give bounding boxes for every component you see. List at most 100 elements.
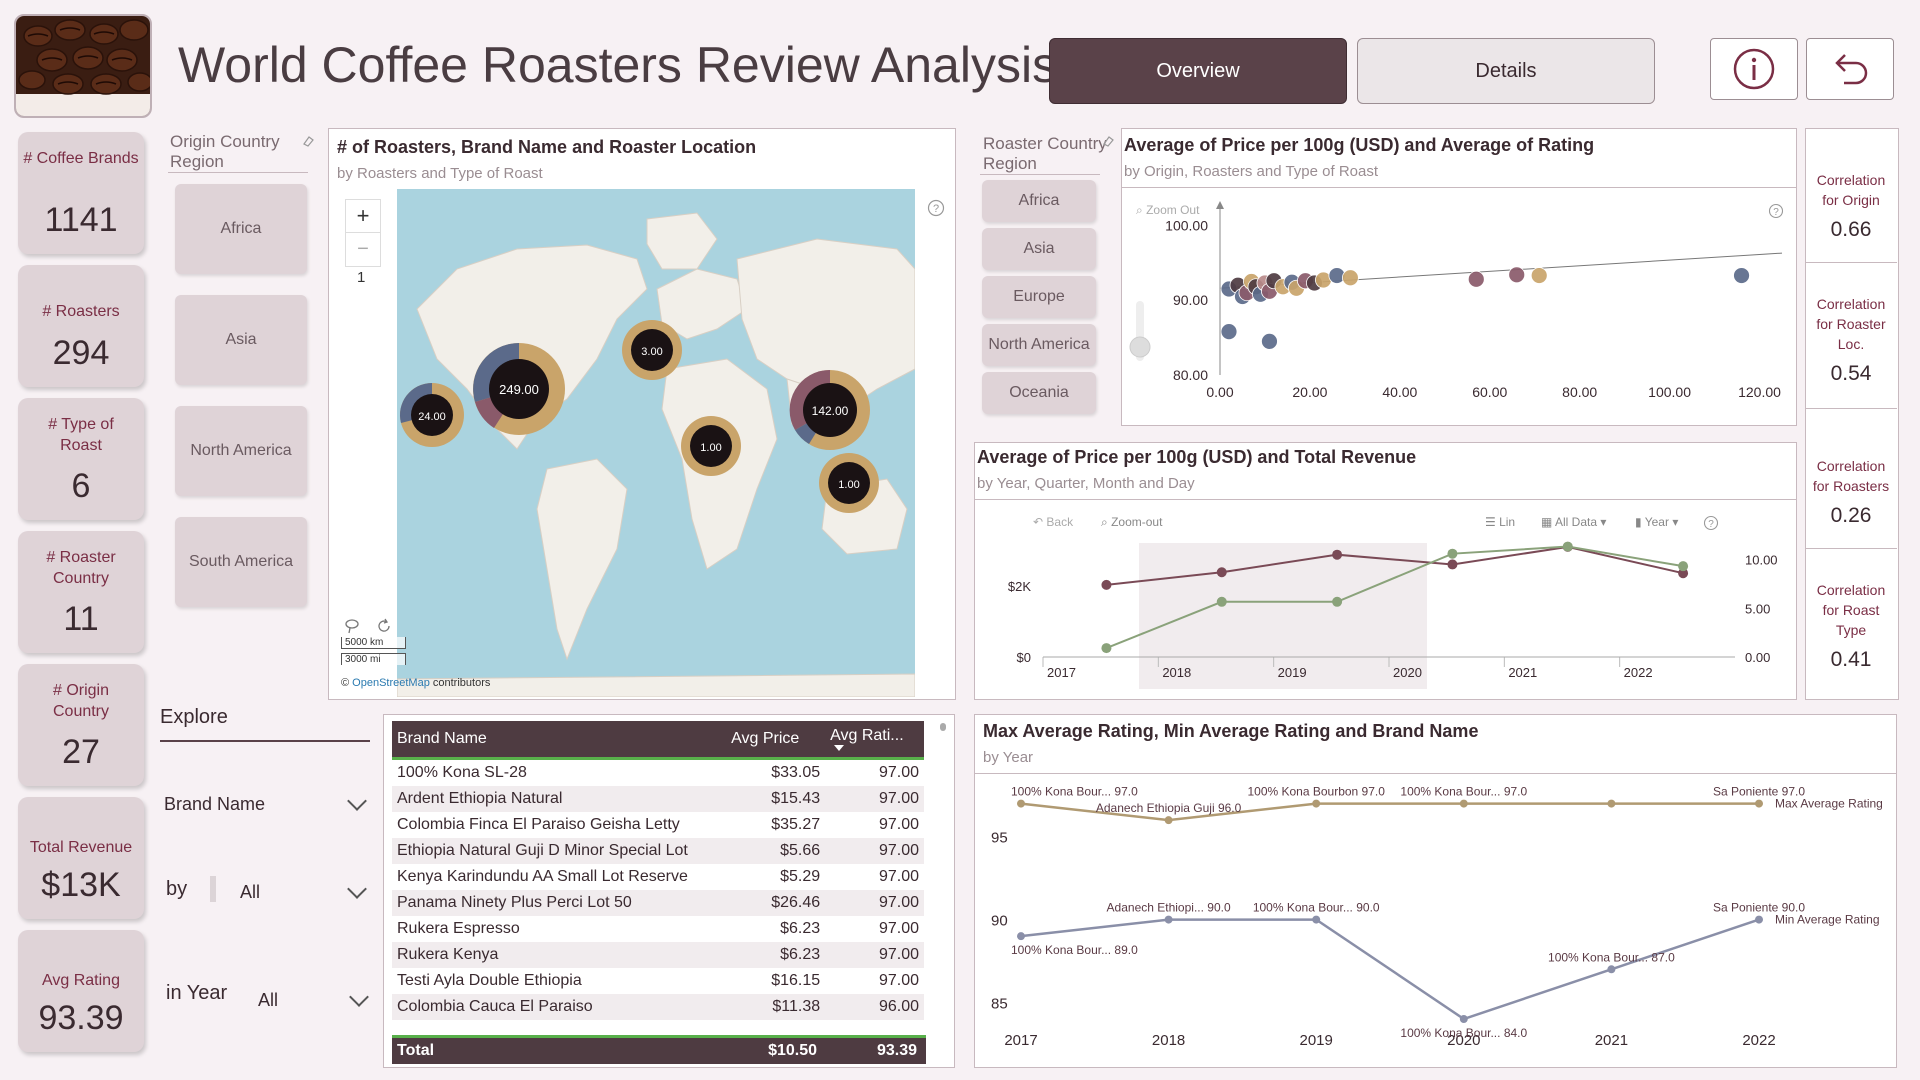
corr-roaster-loc: Correlation for Roaster Loc. 0.54 [1808, 294, 1894, 386]
scatter-point [1733, 267, 1750, 284]
origin-region-africa[interactable]: Africa [175, 184, 307, 274]
eraser-icon[interactable] [1102, 134, 1114, 152]
x-tick-label: 2017 [1004, 1032, 1037, 1049]
corr-label: Correlation for Roast Type [1816, 582, 1886, 638]
cell-brand: 100% Kona SL-28 [397, 764, 527, 781]
origin-region-asia[interactable]: Asia [175, 295, 307, 385]
bubble-label: 3.00 [641, 346, 662, 358]
year-tool[interactable]: ▮ Year ▾ [1635, 515, 1678, 529]
series-point [1607, 799, 1616, 808]
x-tick-label: 2022 [1742, 1032, 1775, 1049]
table-row[interactable]: 100% Kona SL-28 $33.05 97.00 [392, 759, 924, 787]
cell-brand: Ethiopia Natural Guji D Minor Special Lo… [392, 838, 727, 864]
scrollbar[interactable] [940, 723, 946, 731]
corr-roasters: Correlation for Roasters 0.26 [1808, 456, 1894, 528]
roaster-region-north-america[interactable]: North America [982, 324, 1096, 366]
column-avg-rating-label: Avg Rati... [830, 727, 904, 744]
kpi-label: # Origin Country [52, 682, 110, 720]
by-label: by [166, 878, 188, 900]
roaster-region-africa[interactable]: Africa [982, 180, 1096, 222]
x-tick-label: 2017 [1047, 665, 1076, 680]
kpi-label: # Coffee Brands [23, 150, 139, 167]
divider [210, 876, 216, 902]
corr-value: 0.26 [1830, 504, 1872, 527]
by-dropdown[interactable]: All [240, 872, 370, 912]
table-row[interactable]: Panama Ninety Plus Perci Lot 50 $26.46 97.… [392, 890, 924, 916]
table-row[interactable]: Ethiopia Natural Guji D Minor Special Lo… [392, 838, 924, 864]
corr-label: Correlation for Roasters [1812, 458, 1890, 494]
divider [160, 740, 370, 742]
divider [975, 499, 1796, 500]
roaster-region-oceania[interactable]: Oceania [982, 372, 1096, 414]
column-brand-name[interactable]: Brand Name [392, 721, 727, 760]
scatter-plot[interactable]: 0.00 20.00 40.00 60.00 80.00 100.00 120.00 100.… [1122, 189, 1796, 425]
corr-value: 0.41 [1830, 648, 1872, 671]
kpi-label: Total Revenue [29, 839, 133, 856]
explore-field-dropdown[interactable]: Brand Name [164, 784, 370, 824]
all-data-tool[interactable]: ▦ All Data ▾ [1541, 515, 1606, 529]
cell-brand: Rukera Espresso [397, 920, 520, 937]
cell-rating: 97.00 [825, 890, 924, 916]
lin-tool[interactable]: ☰ Lin [1485, 515, 1515, 529]
kpi-label: # Type of Roast [48, 416, 114, 454]
origin-region-south-america[interactable]: South America [175, 517, 307, 607]
zoom-out-tool[interactable]: ⌕ Zoom-out [1101, 515, 1162, 530]
table-row[interactable]: Testi Ayla Double Ethiopia $16.15 97.00 [392, 968, 924, 994]
bubble-label: 1.00 [700, 442, 721, 454]
table-row[interactable]: Colombia Finca El Paraiso Geisha Letty $3… [392, 812, 924, 838]
divider [168, 172, 308, 173]
table-row[interactable]: Rukera Espresso $6.23 97.00 [392, 916, 924, 942]
corr-label: Correlation for Origin [1816, 172, 1886, 208]
origin-region-north-america[interactable]: North America [175, 406, 307, 496]
table-row[interactable]: Colombia Cauca El Paraiso $11.38 96.00 [392, 994, 924, 1020]
kpi-roasters: # Roasters 294 [18, 265, 144, 387]
rating-panel: Max Average Rating, Min Average Rating a… [974, 714, 1897, 1068]
back-tool[interactable]: ↶ Back [1033, 515, 1073, 529]
series-point [1312, 799, 1321, 808]
price-revenue-chart[interactable]: 2017 2018 2019 2020 2021 2022 $2K $0 10.00 5.00 0.… [975, 533, 1796, 697]
x-tick-label: 2018 [1162, 665, 1191, 680]
x-tick-label: 120.00 [1738, 384, 1781, 400]
cell-price: $5.29 [780, 868, 821, 885]
cell-brand: Kenya Karindundu AA Small Lot Reserve [397, 868, 688, 885]
column-avg-price[interactable]: Avg Price [726, 721, 826, 760]
cell-price: $33.05 [771, 764, 821, 781]
right-tick-label: 5.00 [1745, 601, 1770, 616]
scatter-panel: Average of Price per 100g (USD) and Aver… [1121, 128, 1797, 426]
series-end-label: Min Average Rating [1775, 913, 1880, 927]
brand-table-panel: Brand Name Avg Price Avg Rati... 100% Ko… [383, 714, 955, 1068]
right-tick-label: 10.00 [1745, 553, 1778, 568]
kpi-value: 1141 [44, 201, 118, 239]
divider [1805, 262, 1897, 263]
attribution-link[interactable]: OpenStreetMap [352, 677, 430, 689]
attribution-prefix: © [341, 677, 353, 689]
y-tick-label: 90.00 [1173, 292, 1208, 308]
tab-overview[interactable]: Overview [1049, 38, 1347, 104]
cell-price: $6.23 [726, 942, 826, 968]
year-dropdown[interactable]: All [258, 980, 372, 1020]
column-avg-rating[interactable]: Avg Rati... [825, 721, 924, 760]
chevron-down-icon [349, 987, 369, 1007]
roaster-region-europe[interactable]: Europe [982, 276, 1096, 318]
series-point [1755, 915, 1763, 924]
back-button[interactable] [1806, 38, 1894, 100]
map-bubbles: 249.00 24.00 3.00 1.00 142.00 1.00 [399, 320, 879, 513]
tab-details[interactable]: Details [1357, 38, 1655, 104]
series-point [1101, 643, 1112, 654]
info-button[interactable] [1710, 38, 1798, 100]
corr-label: Correlation for Roaster Loc. [1816, 296, 1886, 352]
cell-price: $5.66 [726, 838, 826, 864]
table-row[interactable]: Rukera Kenya $6.23 97.00 [392, 942, 924, 968]
roaster-region-asia[interactable]: Asia [982, 228, 1096, 270]
eraser-icon[interactable] [302, 134, 314, 152]
page-title: World Coffee Roasters Review Analysis [178, 37, 1058, 93]
scale-mi: 3000 mi [341, 653, 406, 665]
rating-chart[interactable]: 9590852017 2018 2019 2020 2021 2022100% Kona … [975, 775, 1896, 1065]
table-row[interactable]: Ardent Ethiopia Natural $15.43 97.00 [392, 786, 924, 812]
series-point [1332, 596, 1343, 607]
table-row[interactable]: Kenya Karindundu AA Small Lot Reserve $5.… [392, 864, 924, 890]
corr-origin: Correlation for Origin 0.66 [1808, 170, 1894, 242]
x-tick-label: 2020 [1393, 665, 1422, 680]
series-point [1332, 549, 1343, 560]
kpi-value: $13K [41, 866, 121, 904]
